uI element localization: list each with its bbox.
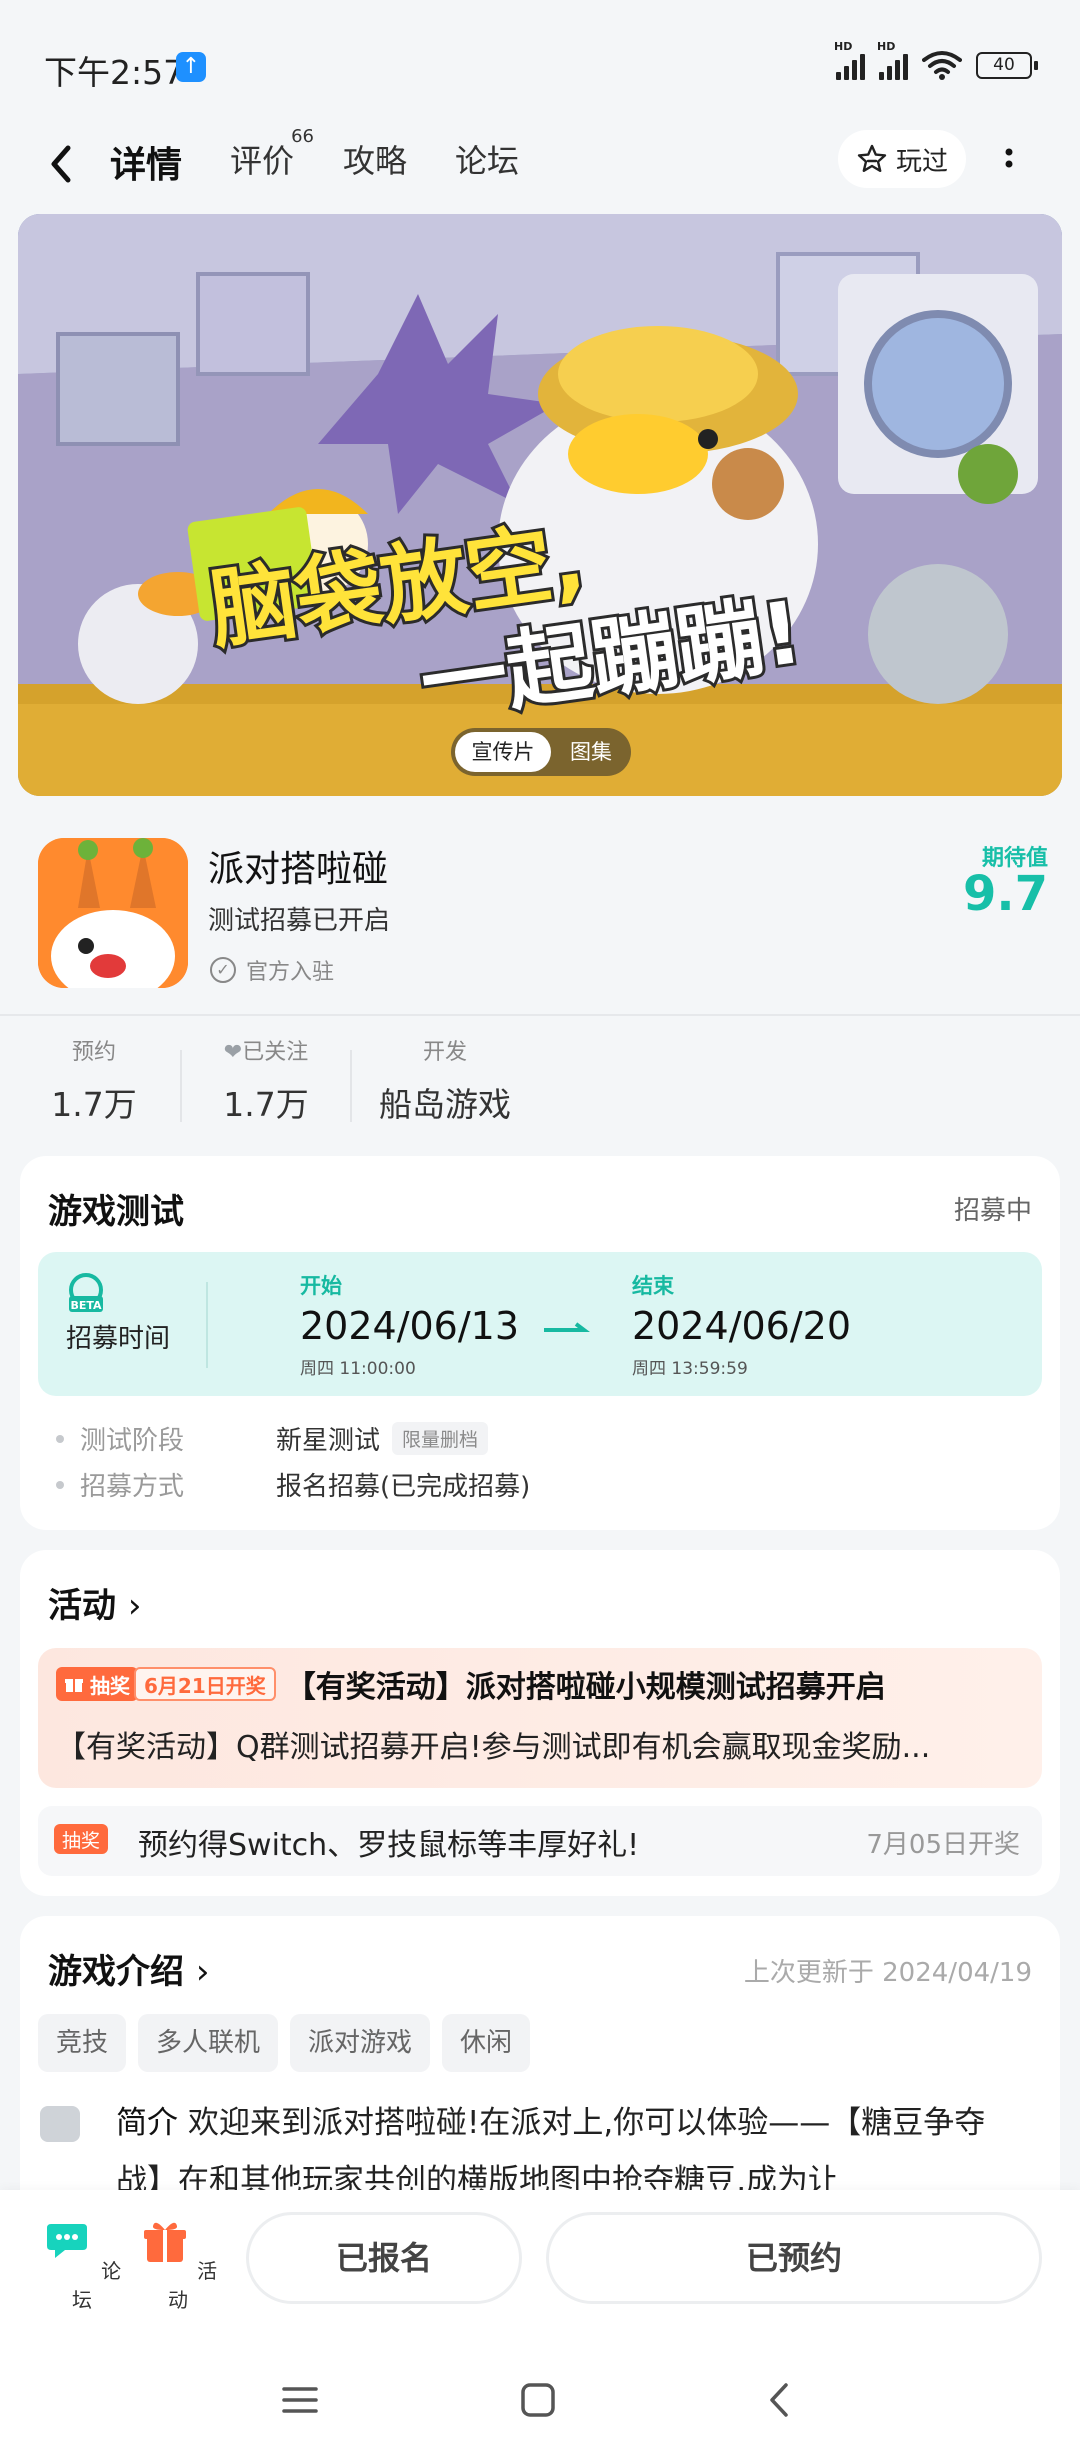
game-app-icon xyxy=(38,838,188,988)
played-button[interactable]: 玩过 xyxy=(838,130,966,188)
lottery-tag: 抽奖 xyxy=(54,1824,109,1854)
activity-card: 活动 › 抽奖 6月21日开奖 【有奖活动】派对搭啦碰小规模测试招募开启 【有奖… xyxy=(20,1550,1060,1896)
chevron-right-icon: › xyxy=(127,1586,142,1626)
activity-title[interactable]: 活动 › xyxy=(48,1578,141,1627)
activity-sub-item[interactable]: 抽奖 预约得Switch、罗技鼠标等丰厚好礼! 7月05日开奖 xyxy=(38,1806,1042,1876)
activity-sub-date: 7月05日开奖 xyxy=(866,1830,1020,1860)
stat-reservations: 预约 1.7万 xyxy=(51,1040,137,1124)
stat-follows[interactable]: ❤已关注 1.7万 xyxy=(206,1034,326,1126)
reserved-button[interactable]: 已预约 xyxy=(546,2212,1042,2304)
heart-icon: ❤ xyxy=(223,1040,243,1065)
doc-icon xyxy=(40,2106,80,2142)
expectation-score: 9.7 xyxy=(962,866,1048,922)
activity-description: 【有奖活动】Q群测试招募开启!参与测试即有机会赢取现金奖励... xyxy=(56,1730,931,1765)
chevron-right-icon: › xyxy=(195,1952,210,1992)
test-card-title: 游戏测试 xyxy=(48,1192,184,1232)
intro-title[interactable]: 游戏介绍 › xyxy=(48,1944,209,1993)
intro-card: 游戏介绍 › 上次更新于 2024/04/19 竞技 多人联机 派对游戏 休闲 … xyxy=(20,1916,1060,2216)
gallery-tab[interactable]: 图集 xyxy=(559,732,623,772)
tab-forum[interactable]: 论坛 xyxy=(455,136,519,182)
back-nav-icon[interactable] xyxy=(760,2380,800,2420)
menu-icon[interactable] xyxy=(280,2380,320,2420)
signal-icon: HD xyxy=(834,40,865,80)
wifi-icon xyxy=(922,51,962,80)
tag-multiplayer[interactable]: 多人联机 xyxy=(138,2014,279,2072)
recruit-divider xyxy=(206,1282,208,1368)
draw-date-tag: 6月21日开奖 xyxy=(134,1667,276,1701)
gift-icon xyxy=(143,2222,186,2262)
video-tab[interactable]: 宣传片 xyxy=(455,732,551,772)
recruit-method-row: 招募方式 报名招募(已完成招募) xyxy=(56,1466,530,1503)
stage-tag: 限量删档 xyxy=(392,1422,489,1455)
game-subtitle: 测试招募已开启 xyxy=(208,906,391,936)
game-title: 派对搭啦碰 xyxy=(208,849,389,890)
svg-text:BETA: BETA xyxy=(70,1299,102,1312)
beta-clock-icon: BETA xyxy=(69,1273,103,1312)
test-stage-row: 测试阶段 新星测试 限量删档 xyxy=(56,1420,489,1457)
stat-divider xyxy=(180,1050,182,1122)
tag-party[interactable]: 派对游戏 xyxy=(290,2014,431,2072)
upload-icon: ↑ xyxy=(176,52,206,82)
signed-up-button[interactable]: 已报名 xyxy=(246,2212,522,2304)
lottery-tag: 抽奖 xyxy=(56,1667,138,1701)
banner-artwork: 脑袋放空, 一起蹦蹦! xyxy=(18,214,1062,796)
gift-icon xyxy=(65,1679,83,1692)
forum-shortcut[interactable]: 论坛 xyxy=(42,2216,122,2313)
intro-updated: 上次更新于 2024/04/19 xyxy=(743,1958,1032,1988)
game-test-card: 游戏测试 招募中 BETA 招募时间 开始 2024/06/13 周四 11:0… xyxy=(20,1156,1060,1530)
top-nav: 详情 评价 66 攻略 论坛 玩过 xyxy=(0,118,1080,210)
app-screen: { "status_bar": { "time": "下午2:57", "bat… xyxy=(0,0,1080,2460)
stats-row: 预约 1.7万 ❤已关注 1.7万 开发 船岛游戏 xyxy=(0,1034,1080,1134)
official-badge: ✓ 官方入驻 xyxy=(210,954,334,986)
more-icon[interactable] xyxy=(990,138,1028,188)
tag-casual[interactable]: 休闲 xyxy=(442,2014,531,2072)
stat-developer[interactable]: 开发 船岛游戏 xyxy=(370,1034,520,1126)
recruit-period-box: BETA 招募时间 开始 2024/06/13 周四 11:00:00 结束 2… xyxy=(38,1252,1042,1396)
battery-icon: 40 xyxy=(976,51,1038,79)
status-time: 下午2:57 xyxy=(44,53,185,92)
tag-competitive[interactable]: 竞技 xyxy=(38,2014,127,2072)
review-count-badge: 66 xyxy=(291,126,315,147)
home-icon[interactable] xyxy=(518,2380,558,2420)
star-outline-icon xyxy=(857,144,887,172)
tab-guides[interactable]: 攻略 xyxy=(343,136,407,182)
recruit-label: 招募时间 xyxy=(66,1324,171,1354)
intro-tags: 竞技 多人联机 派对游戏 休闲 xyxy=(38,2014,531,2072)
recruit-status: 招募中 xyxy=(953,1196,1032,1226)
activity-sub-text: 预约得Switch、罗技鼠标等丰厚好礼! xyxy=(138,1828,640,1863)
forum-icon xyxy=(46,2224,87,2258)
tab-details[interactable]: 详情 xyxy=(105,136,187,188)
check-circle-icon: ✓ xyxy=(210,957,236,983)
activity-shortcut[interactable]: 活动 xyxy=(138,2216,218,2313)
recruit-end: 结束 2024/06/20 周四 13:59:59 xyxy=(632,1274,852,1379)
promo-banner[interactable]: 脑袋放空, 一起蹦蹦! 宣传片 图集 xyxy=(18,214,1062,796)
back-icon[interactable] xyxy=(40,136,84,192)
arrow-right-icon xyxy=(544,1322,590,1332)
system-nav-bar xyxy=(0,2340,1080,2460)
signal-icon-2: HD xyxy=(877,40,908,80)
divider xyxy=(0,1014,1080,1016)
status-bar: 下午2:57 ↑ HD HD 40 xyxy=(0,0,1080,130)
activity-main-item[interactable]: 抽奖 6月21日开奖 【有奖活动】派对搭啦碰小规模测试招募开启 【有奖活动】Q群… xyxy=(38,1648,1042,1788)
activity-headline: 【有奖活动】派对搭啦碰小规模测试招募开启 xyxy=(285,1670,886,1705)
recruit-start: 开始 2024/06/13 周四 11:00:00 xyxy=(300,1274,520,1379)
played-label: 玩过 xyxy=(895,146,948,177)
tab-reviews[interactable]: 评价 66 xyxy=(230,126,314,182)
media-switch: 宣传片 图集 xyxy=(451,728,631,776)
stat-divider xyxy=(350,1050,352,1122)
